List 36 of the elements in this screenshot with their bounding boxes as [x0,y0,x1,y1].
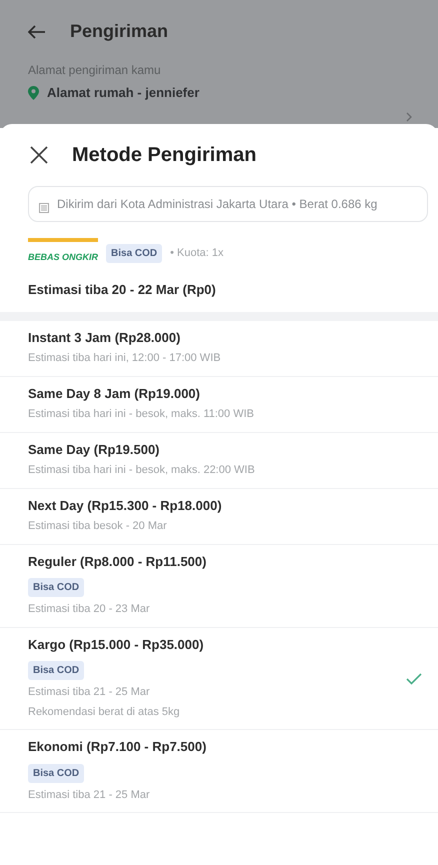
page-title: Pengiriman [70,20,168,43]
location-pin-icon [28,86,39,100]
sheet-title: Metode Pengiriman [72,143,256,168]
option-title: Same Day 8 Jam (Rp19.000) [28,384,201,403]
cod-badge: Bisa COD [28,764,84,782]
cod-badge: Bisa COD [106,244,162,262]
shipping-option-row[interactable]: Reguler (Rp8.000 - Rp11.500) Bisa COD Estimasi tiba 20 - 23 Mar [0,544,438,628]
back-icon[interactable] [28,24,46,38]
shipping-option-row[interactable]: Instant 3 Jam (Rp28.000) Estimasi tiba hari ini, 12:00 - 17:00 WIB [0,320,438,376]
option-detail: Rekomendasi berat di atas 5kg [28,704,181,720]
shipping-option-row[interactable]: Kargo (Rp15.000 - Rp35.000) Bisa COD Estimasi tiba 21 - 25 Mar Rekomendasi berat di atas 5kg [0,628,438,730]
option-detail: Estimasi tiba hari ini, 12:00 - 17:00 WIB [28,351,221,366]
cod-badge: Bisa COD [28,661,84,680]
quota-text: • Kuota: 1x [170,246,224,261]
shipping-option-row[interactable]: Next Day (Rp15.300 - Rp18.000) Estimasi tiba besok - 20 Mar [0,488,438,544]
option-title: Kargo (Rp15.000 - Rp35.000) [28,636,204,654]
option-title: Ekonomi (Rp7.100 - Rp7.500) [28,738,206,756]
option-title: Instant 3 Jam (Rp28.000) [28,328,182,347]
option-title: Same Day (Rp19.500) [28,440,161,459]
free-shipping-estimate[interactable]: Estimasi tiba 20 - 22 Mar (Rp0) [0,272,438,312]
option-title: Next Day (Rp15.300 - Rp18.000) [28,496,222,515]
address-text: Alamat rumah - jenniefer [47,84,200,102]
option-detail: Estimasi tiba hari ini - besok, maks. 22:00 WIB [28,463,255,478]
close-icon[interactable] [30,146,48,164]
free-shipping-logo: BEBAS ONGKIR [28,238,98,268]
option-detail: Estimasi tiba 21 - 25 Mar [28,685,151,700]
option-detail: Estimasi tiba besok - 20 Mar [28,519,168,534]
origin-info-text: Dikirim dari Kota Administrasi Jakarta Utara • Berat 0.686 kg [57,196,378,213]
option-detail: Estimasi tiba 20 - 23 Mar [28,602,151,617]
cod-badge: Bisa COD [28,578,84,597]
shipping-option-row[interactable]: Same Day (Rp19.500) Estimasi tiba hari ini - besok, maks. 22:00 WIB [0,432,438,488]
option-detail: Estimasi tiba 21 - 25 Mar [28,788,151,802]
option-detail: Estimasi tiba hari ini - besok, maks. 11:00 WIB [28,407,254,422]
option-title: Reguler (Rp8.000 - Rp11.500) [28,552,206,571]
address-label: Alamat pengiriman kamu [28,62,162,79]
shipping-option-row[interactable]: Same Day 8 Jam (Rp19.000) Estimasi tiba hari ini - besok, maks. 11:00 WIB [0,376,438,432]
